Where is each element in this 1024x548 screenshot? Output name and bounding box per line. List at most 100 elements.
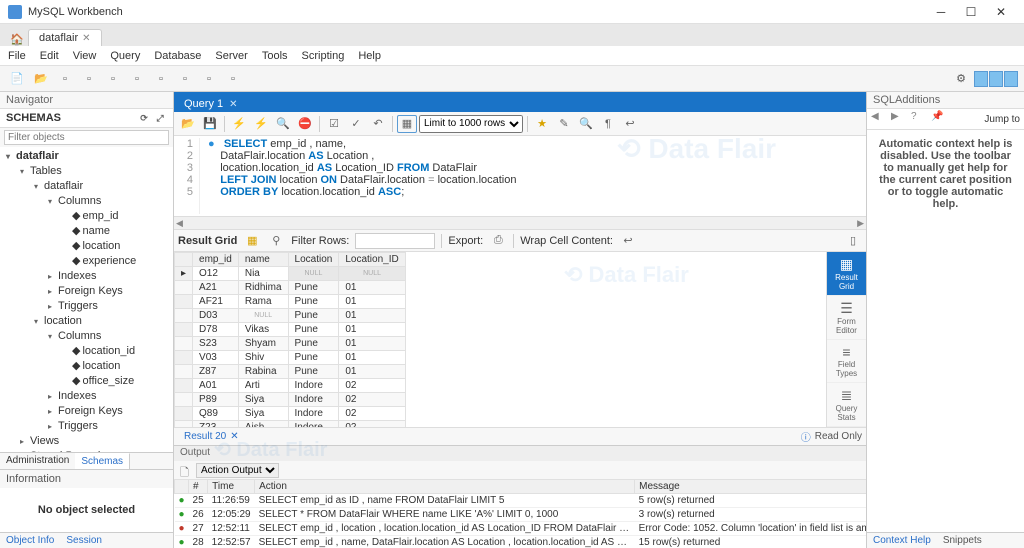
tree-tables[interactable]: Tables	[20, 164, 173, 179]
explain-icon[interactable]: 🔍	[273, 115, 293, 133]
autocommit-icon[interactable]: ☑	[324, 115, 344, 133]
table-row[interactable]: AF21RamaPune01	[175, 295, 406, 309]
output-table[interactable]: #TimeActionMessageDuration / Fetch ●2511…	[174, 479, 866, 548]
toolbar-btn[interactable]: ▫	[54, 69, 76, 89]
filter-icon[interactable]: ⚲	[267, 233, 285, 249]
minimize-button[interactable]: ─	[926, 5, 956, 19]
commit-icon[interactable]: ✓	[346, 115, 366, 133]
side-field-types[interactable]: ≡Field Types	[827, 340, 866, 383]
open-sql-icon[interactable]: 📂	[30, 69, 52, 89]
beautify-icon[interactable]: ✎	[554, 115, 574, 133]
menu-tools[interactable]: Tools	[262, 50, 288, 62]
close-icon[interactable]: ✕	[230, 431, 238, 442]
close-icon[interactable]: ✕	[82, 33, 90, 44]
tree-indexes[interactable]: Indexes	[48, 269, 173, 284]
query-tab[interactable]: Query 1 ✕	[174, 96, 248, 112]
execute-current-icon[interactable]: ⚡	[251, 115, 271, 133]
table-row[interactable]: S23ShyamPune01	[175, 337, 406, 351]
side-form-editor[interactable]: ☰Form Editor	[827, 296, 866, 340]
tree-foreign-keys[interactable]: Foreign Keys	[48, 284, 173, 299]
grid-icon[interactable]: ▦	[243, 233, 261, 249]
export-icon[interactable]: ⎙	[489, 233, 507, 249]
tree-foreign-keys[interactable]: Foreign Keys	[48, 404, 173, 419]
search-icon[interactable]: 🔍	[576, 115, 596, 133]
tree-columns[interactable]: Columns	[48, 194, 173, 209]
output-row[interactable]: ●2511:26:59SELECT emp_id as ID , name FR…	[175, 494, 867, 508]
refresh-icon[interactable]: ⟳	[137, 111, 151, 125]
nav-tab-schemas[interactable]: Schemas	[75, 453, 130, 469]
execute-icon[interactable]: ⚡	[229, 115, 249, 133]
tree-triggers[interactable]: Triggers	[48, 419, 173, 434]
schema-tree[interactable]: dataflair Tables dataflair Columns ◆ emp…	[0, 147, 173, 452]
table-row[interactable]: Q89SiyaIndore02	[175, 407, 406, 421]
help-icon[interactable]: ?	[911, 111, 927, 127]
nav-tab-administration[interactable]: Administration	[0, 453, 75, 469]
new-sql-icon[interactable]: 📄	[6, 69, 28, 89]
tab-snippets[interactable]: Snippets	[937, 533, 988, 548]
close-icon[interactable]: ✕	[229, 99, 237, 110]
tab-session[interactable]: Session	[60, 533, 108, 548]
tree-triggers[interactable]: Triggers	[48, 299, 173, 314]
home-icon[interactable]: 🏠	[6, 33, 28, 46]
panel-icon[interactable]: ▯	[844, 233, 862, 249]
table-row[interactable]: Z87RabinaPune01	[175, 365, 406, 379]
expand-icon[interactable]: ⤢	[153, 111, 167, 125]
tree-table-location[interactable]: location	[34, 314, 173, 329]
panel-toggle[interactable]	[974, 71, 1018, 87]
menu-query[interactable]: Query	[110, 50, 140, 62]
col-name[interactable]: ◆ name	[62, 224, 173, 239]
result-tab[interactable]: Result 20✕	[178, 430, 245, 443]
filter-rows-input[interactable]	[355, 233, 435, 249]
tree-views[interactable]: Views	[20, 434, 173, 449]
toolbar-btn[interactable]: ▫	[150, 69, 172, 89]
menu-edit[interactable]: Edit	[40, 50, 59, 62]
output-row[interactable]: ●2712:52:11SELECT emp_id , location , lo…	[175, 522, 867, 536]
editor-scrollbar[interactable]: ◀▶	[174, 216, 866, 230]
menu-help[interactable]: Help	[358, 50, 381, 62]
menu-scripting[interactable]: Scripting	[302, 50, 345, 62]
save-icon[interactable]: 💾	[200, 115, 220, 133]
toolbar-btn[interactable]: ▫	[126, 69, 148, 89]
output-row[interactable]: ●2612:05:29SELECT * FROM DataFlair WHERE…	[175, 508, 867, 522]
col-emp-id[interactable]: ◆ emp_id	[62, 209, 173, 224]
filter-objects-input[interactable]	[4, 130, 169, 145]
col-location[interactable]: ◆ location	[62, 359, 173, 374]
col-office-size[interactable]: ◆ office_size	[62, 374, 173, 389]
star-icon[interactable]: ★	[532, 115, 552, 133]
wrap-icon[interactable]: ↩	[620, 115, 640, 133]
invisible-icon[interactable]: ¶	[598, 115, 618, 133]
output-mode-select[interactable]: Action Output	[196, 463, 279, 478]
toolbar-btn[interactable]: ▫	[102, 69, 124, 89]
output-row[interactable]: ●2812:52:57SELECT emp_id , name, DataFla…	[175, 536, 867, 548]
close-button[interactable]: ✕	[986, 5, 1016, 19]
rollback-icon[interactable]: ↶	[368, 115, 388, 133]
menu-file[interactable]: File	[8, 50, 26, 62]
side-query-stats[interactable]: ≣Query Stats	[827, 383, 866, 427]
limit-rows-select[interactable]: Limit to 1000 rows	[419, 115, 523, 133]
tree-indexes[interactable]: Indexes	[48, 389, 173, 404]
output-clear-icon[interactable]: 🗋	[180, 464, 192, 476]
tab-context-help[interactable]: Context Help	[867, 533, 937, 548]
back-icon[interactable]: ◀	[871, 111, 887, 127]
open-file-icon[interactable]: 📂	[178, 115, 198, 133]
menu-database[interactable]: Database	[154, 50, 201, 62]
col-location-id[interactable]: ◆ location_id	[62, 344, 173, 359]
connection-tab[interactable]: dataflair ✕	[28, 29, 102, 46]
toolbar-btn[interactable]: ▫	[198, 69, 220, 89]
wrap-cell-icon[interactable]: ↩	[619, 233, 637, 249]
col-experience[interactable]: ◆ experience	[62, 254, 173, 269]
toolbar-btn[interactable]: ▫	[222, 69, 244, 89]
table-row[interactable]: ▸O12NiaNULLNULL	[175, 267, 406, 281]
table-row[interactable]: A01ArtiIndore02	[175, 379, 406, 393]
toolbar-btn[interactable]: ▫	[78, 69, 100, 89]
tree-columns[interactable]: Columns	[48, 329, 173, 344]
result-grid[interactable]: emp_idnameLocationLocation_ID ▸O12NiaNUL…	[174, 252, 826, 427]
pin-icon[interactable]: 📌	[931, 111, 947, 127]
tree-table-dataflair[interactable]: dataflair	[34, 179, 173, 194]
toolbar-btn[interactable]: ▫	[174, 69, 196, 89]
table-row[interactable]: A21RidhimaPune01	[175, 281, 406, 295]
table-row[interactable]: D78VikasPune01	[175, 323, 406, 337]
settings-icon[interactable]: ⚙	[950, 69, 972, 89]
menu-view[interactable]: View	[73, 50, 97, 62]
tab-object-info[interactable]: Object Info	[0, 533, 60, 548]
